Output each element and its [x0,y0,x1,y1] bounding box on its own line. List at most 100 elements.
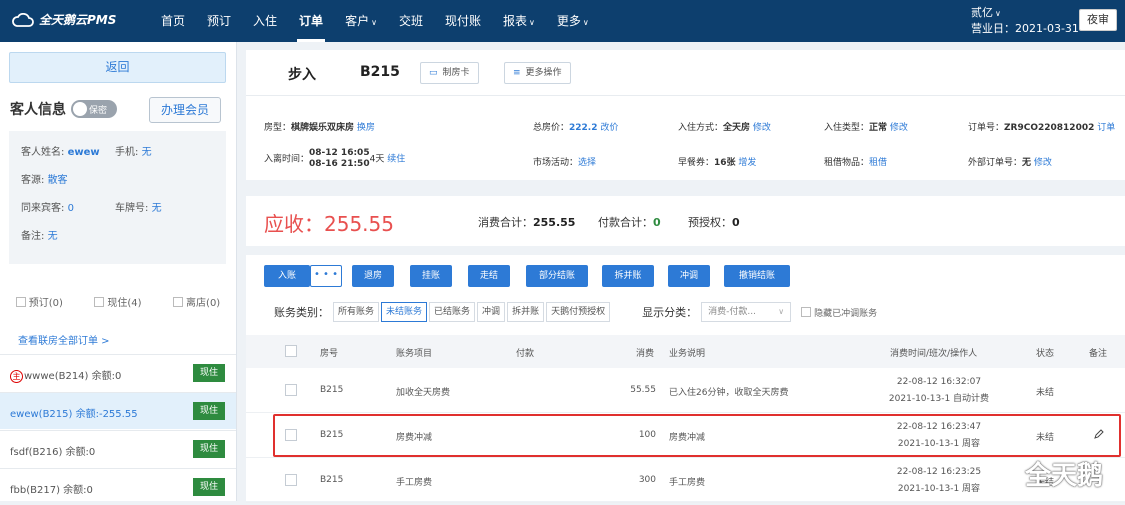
split-merge-button[interactable]: 拆并账 [602,265,654,287]
filter-reserved[interactable]: 预订(0) [15,294,63,309]
checkin-time: 08-12 16:05 [309,148,370,158]
plate-label: 车牌号: [115,203,149,214]
hide-adjusted-toggle[interactable]: 隐藏已冲调账务 [801,306,877,319]
cell-status: 未结 [1036,433,1055,443]
linked-room-item[interactable]: 主 wwwe(B214) 余额:0 现住 [0,354,236,391]
order-link[interactable]: 订单 [1097,123,1115,133]
list-icon: ≡ [513,68,521,78]
order-number-field: 订单号：ZR9CO220812002 订单 [968,120,1115,133]
privacy-label: 保密 [89,105,108,116]
checkbox[interactable] [94,296,105,307]
make-room-card-button[interactable]: ▭ 制房卡 [420,62,479,84]
phone-value: 无 [141,147,152,158]
table-row[interactable]: B215 手工房费 300 手工房费 22-08-12 16:23:25 202… [246,458,1125,503]
in-house-tag: 现住 [193,402,225,420]
cell-consume: 55.55 [630,385,656,395]
nav-reservation[interactable]: 预订 [196,0,242,42]
linked-room-item[interactable]: ewew(B215) 余额:-255.55 现住 [0,392,236,429]
in-house-tag: 现住 [193,478,225,496]
display-category-select[interactable]: 消费-付款... ∨ [701,302,792,322]
edit-checkin-type-link[interactable]: 修改 [890,123,908,133]
order-detail: 步入 B215 ▭ 制房卡 ≡ 更多操作 房型：棋牌娱乐双床房 换房 总房价：222… [246,50,1125,503]
checkout-button[interactable]: 退房 [352,265,394,287]
row-checkbox[interactable] [285,429,297,441]
toggle-knob [73,102,87,116]
more-dots-button[interactable]: • • • [310,265,342,287]
post-charge-button[interactable]: 入账 [264,265,310,287]
nav-checkin[interactable]: 入住 [242,0,288,42]
receivable-amount: 应收：255.55 [264,212,394,236]
nav-more[interactable]: 更多 ∨ [546,0,600,42]
night-audit-button[interactable]: 夜审 [1079,9,1117,31]
filter-settled[interactable]: 已结账务 [429,302,476,322]
adjust-button[interactable]: 冲调 [668,265,710,287]
pay-label: 付款合计： [598,216,653,229]
checkbox[interactable] [801,307,812,317]
nav-orders[interactable]: 订单 [288,0,334,42]
borrow-link[interactable]: 租借 [869,158,887,168]
user-menu[interactable]: 贰亿 ∨ 营业日：2021-03-31 [971,5,1079,36]
checkbox[interactable] [173,296,184,307]
hang-account-button[interactable]: 挂账 [410,265,452,287]
nav-cash-account[interactable]: 现付账 [434,0,492,42]
partial-settle-button[interactable]: 部分结账 [526,265,588,287]
linked-room-item[interactable]: fsdf(B216) 余额:0 现住 [0,430,236,467]
remark-value: 无 [47,231,58,242]
total-price-field: 总房价：222.2 改价 [533,120,618,133]
master-room-icon: 主 [10,369,23,383]
brand-watermark: 全天鹅 [1025,461,1104,491]
row-checkbox[interactable] [285,384,297,396]
filter-unsettled[interactable]: 未结账务 [381,302,428,322]
checkbox[interactable] [15,296,26,307]
companion-label: 同来宾客: [21,203,65,214]
nav-customers-label: 客户 [345,14,370,28]
more-operations-button[interactable]: ≡ 更多操作 [504,62,571,84]
checkin-method-label: 入住方式： [678,123,724,133]
row-checkbox[interactable] [285,474,297,486]
linked-room-label: fsdf(B216) 余额:0 [10,447,96,458]
filter-preauth[interactable]: 天鹅付预授权 [546,302,611,322]
nav-home[interactable]: 首页 [150,0,196,42]
membership-button[interactable]: 办理会员 [149,97,221,123]
filter-checked-out[interactable]: 离店(0) [173,294,220,309]
table-row[interactable]: B215 房费冲减 100 房费冲减 22-08-12 16:23:47 202… [246,413,1125,458]
filter-split-merge[interactable]: 拆并账 [507,302,545,322]
walk-settle-button[interactable]: 走结 [468,265,510,287]
table-row[interactable]: B215 加收全天房费 55.55 已入住26分钟，收取全天房费 22-08-1… [246,368,1125,413]
privacy-toggle[interactable]: 保密 [71,100,117,118]
order-no-value: ZR9CO220812002 [1004,123,1095,133]
view-all-linked-orders-link[interactable]: 查看联房全部订单 > [18,332,110,347]
checkin-method-value: 全天房 [723,123,751,133]
breakfast-value: 16张 [714,158,736,168]
nav-reports[interactable]: 报表 ∨ [492,0,546,42]
chevron-down-icon: ∨ [528,18,535,27]
edit-pencil-icon[interactable] [1093,429,1104,440]
cell-description: 房费冲减 [669,433,706,443]
market-campaign-field: 市场活动：选择 [533,155,596,168]
select-all-checkbox[interactable] [285,345,297,357]
checkin-type-value: 正常 [869,123,888,133]
linked-room-item[interactable]: fbb(B217) 余额:0 现住 [0,468,236,505]
edit-checkin-method-link[interactable]: 修改 [753,123,771,133]
add-breakfast-link[interactable]: 增发 [738,158,756,168]
room-type-label: 房型： [264,123,292,133]
change-room-link[interactable]: 换房 [357,123,375,133]
filter-adjust[interactable]: 冲调 [477,302,506,322]
edit-external-order-link[interactable]: 修改 [1034,158,1052,168]
market-select-link[interactable]: 选择 [578,158,596,168]
cancel-settle-button[interactable]: 撤销结账 [724,265,790,287]
room-type-field: 房型：棋牌娱乐双床房 换房 [264,120,375,133]
brand-name: 全天鹅云PMS [39,13,117,27]
nav-customers[interactable]: 客户 ∨ [334,0,388,42]
filter-in-house[interactable]: 现住(4) [94,294,142,309]
checkout-time: 08-16 21:50 [309,159,370,169]
filter-all-accounts[interactable]: 所有账务 [333,302,380,322]
extend-stay-link[interactable]: 续住 [387,155,405,165]
breakfast-label: 早餐券： [678,158,715,168]
market-label: 市场活动： [533,158,579,168]
change-price-link[interactable]: 改价 [600,123,618,133]
brand-logo[interactable]: 全天鹅云PMS [12,11,116,28]
cell-description: 手工房费 [669,478,706,488]
nav-handover[interactable]: 交班 [388,0,434,42]
back-button[interactable]: 返回 [9,52,226,83]
